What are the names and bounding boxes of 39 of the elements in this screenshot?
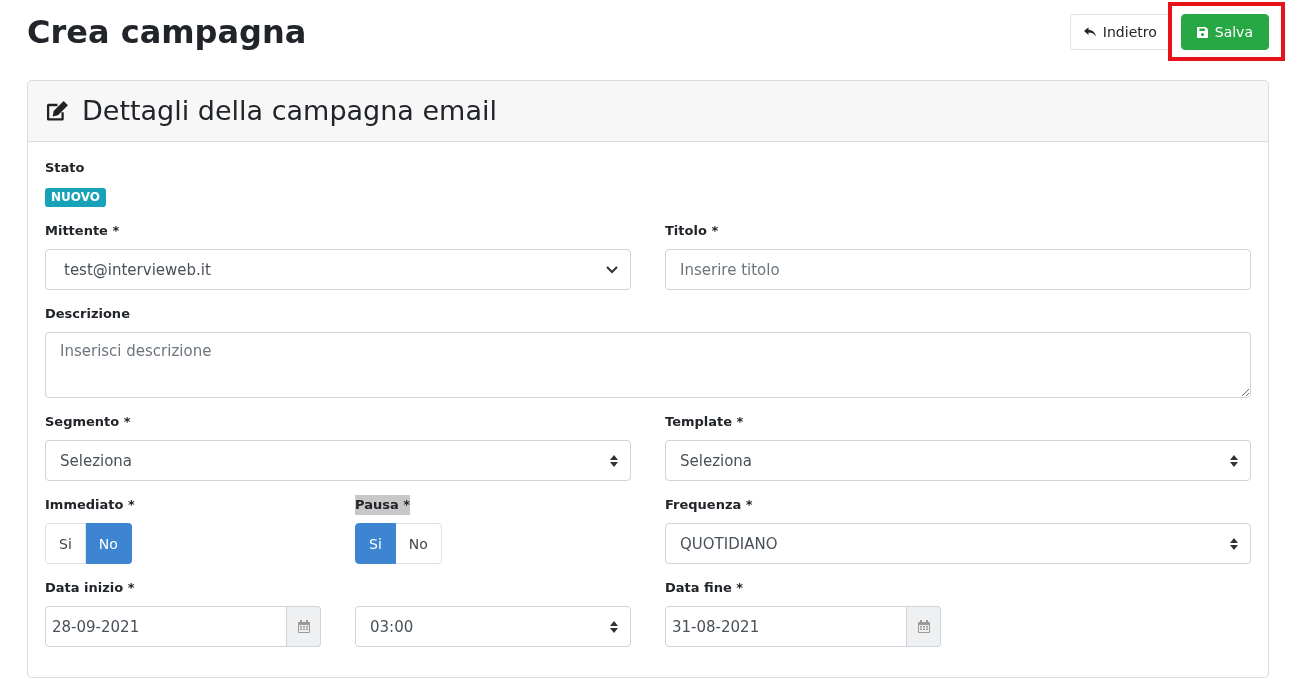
calendar-icon [917, 620, 930, 633]
toggle-option[interactable]: No [85, 523, 132, 564]
select-field[interactable]: QUOTIDIANO [665, 523, 1251, 564]
toggle-option[interactable]: Si [355, 523, 396, 564]
date-field[interactable]: 31-08-2021 [665, 606, 907, 647]
calendar-icon [297, 620, 310, 633]
date-field[interactable]: 28-09-2021 [45, 606, 287, 647]
field-label: Data inizio * [45, 579, 135, 597]
field-label: Mittente * [45, 222, 120, 240]
select-field[interactable]: Seleziona [665, 440, 1251, 481]
toggle-option[interactable]: Si [45, 523, 86, 564]
field-label: Pausa * [355, 495, 411, 515]
field-label: Data fine * [665, 579, 744, 597]
calendar-button[interactable] [907, 606, 941, 647]
field-label: Titolo * [665, 222, 719, 240]
field-label: Stato [45, 159, 85, 177]
text-field[interactable]: Inserire titolo [665, 249, 1251, 290]
up-down-arrows-icon [1230, 454, 1238, 467]
field-label: Immediato * [45, 496, 135, 514]
time-select[interactable]: 03:00 [355, 606, 631, 647]
page-title: Crea campagna [27, 12, 307, 52]
toggle-option[interactable]: No [395, 523, 442, 564]
card-title: Dettagli della campagna email [82, 94, 497, 128]
back-arrow-icon [1083, 27, 1096, 37]
field-label: Frequenza * [665, 496, 753, 514]
up-down-arrows-icon [1230, 537, 1238, 550]
status-badge: NUOVO [45, 188, 106, 207]
textarea-field[interactable]: Inserisci descrizione [45, 332, 1251, 398]
field-label: Descrizione [45, 305, 130, 323]
up-down-arrows-icon [610, 620, 618, 633]
up-down-arrows-icon [610, 454, 618, 467]
chevron-down-icon [606, 265, 618, 274]
calendar-button[interactable] [287, 606, 321, 647]
dropdown-field[interactable]: test@intervieweb.it [45, 249, 631, 290]
select-field[interactable]: Seleziona [45, 440, 631, 481]
back-button[interactable]: Indietro [1069, 14, 1171, 50]
field-label: Segmento * [45, 413, 131, 431]
edit-icon [45, 101, 68, 121]
field-label: Template * [665, 413, 744, 431]
